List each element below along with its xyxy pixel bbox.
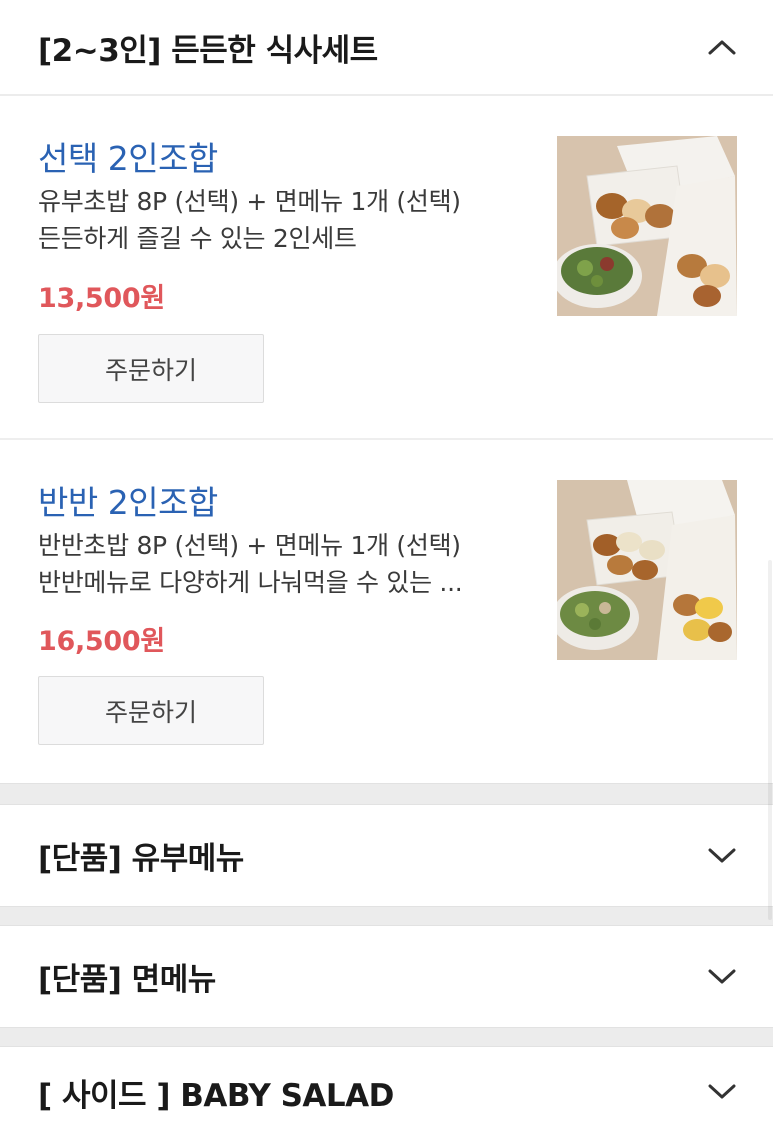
section-divider — [0, 1027, 773, 1047]
section-title: [단품] 유부메뉴 — [38, 841, 244, 877]
item-price: 16,500원 — [38, 626, 165, 657]
order-button[interactable]: 주문하기 — [38, 334, 264, 403]
section-divider — [0, 783, 773, 805]
item-description-line2: 반반메뉴로 다양하게 나눠먹을 수 있는 ... — [38, 568, 463, 597]
chevron-down-icon[interactable] — [707, 1082, 737, 1102]
section-header-noodle[interactable]: [단품] 면메뉴 — [0, 926, 773, 1027]
item-description-line1: 유부초밥 8P (선택) + 면메뉴 1개 (선택) — [38, 187, 461, 216]
menu-item[interactable]: 선택 2인조합 유부초밥 8P (선택) + 면메뉴 1개 (선택) 든든하게 … — [0, 96, 773, 440]
item-description-line2: 든든하게 즐길 수 있는 2인세트 — [38, 224, 357, 253]
chevron-up-icon[interactable] — [707, 37, 737, 57]
section-divider — [0, 906, 773, 926]
item-price: 13,500원 — [38, 283, 165, 314]
section-header-set-meals[interactable]: [2~3인] 든든한 식사세트 — [0, 0, 773, 96]
food-photo[interactable] — [557, 136, 737, 316]
item-name[interactable]: 반반 2인조합 — [38, 476, 218, 524]
item-description-line1: 반반초밥 8P (선택) + 면메뉴 1개 (선택) — [38, 531, 461, 560]
item-name[interactable]: 선택 2인조합 — [38, 132, 218, 180]
section-title: [ 사이드 ] BABY SALAD — [38, 1077, 394, 1114]
chevron-down-icon[interactable] — [707, 846, 737, 866]
chevron-down-icon[interactable] — [707, 967, 737, 987]
food-photo[interactable] — [557, 480, 737, 660]
menu-page: [2~3인] 든든한 식사세트 선택 2인조합 유부초밥 8P (선택) + 면… — [0, 0, 773, 1139]
section-header-side[interactable]: [ 사이드 ] BABY SALAD — [0, 1047, 773, 1137]
section-title: [2~3인] 든든한 식사세트 — [38, 32, 378, 69]
section-header-tofu[interactable]: [단품] 유부메뉴 — [0, 805, 773, 906]
menu-item[interactable]: 반반 2인조합 반반초밥 8P (선택) + 면메뉴 1개 (선택) 반반메뉴로… — [0, 440, 773, 783]
order-button[interactable]: 주문하기 — [38, 676, 264, 745]
scrollbar[interactable] — [768, 560, 772, 920]
section-title: [단품] 면메뉴 — [38, 962, 216, 998]
